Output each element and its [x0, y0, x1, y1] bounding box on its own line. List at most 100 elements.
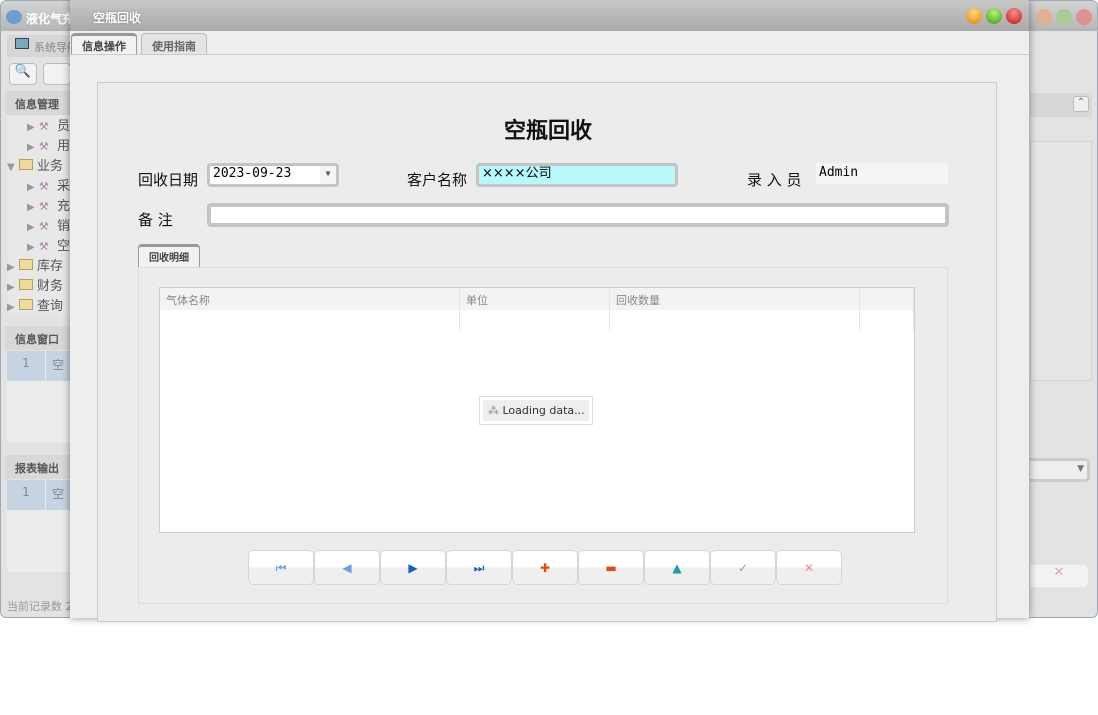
folder-icon: [19, 279, 33, 290]
tree-item-label: 采: [57, 179, 70, 194]
triangle-right-icon[interactable]: ▶: [27, 122, 35, 133]
edit-button[interactable]: ▲: [644, 550, 710, 585]
edit-icon: ▲: [672, 561, 681, 575]
triangle-right-icon[interactable]: ▶: [27, 182, 35, 193]
tools-icon: ⚒: [39, 200, 53, 211]
column-gas-name[interactable]: 气体名称: [160, 288, 460, 330]
form-panel: 空瓶回收 回收日期 2023-09-23 ▼ 客户名称 ××××公司 录 入 员…: [97, 82, 997, 622]
tree-item[interactable]: ▶ ⚒ 采: [27, 175, 70, 194]
date-value: 2023-09-23: [213, 166, 291, 181]
tab-info-operation[interactable]: 信息操作: [71, 33, 137, 55]
nav-tree: ▶ ⚒ 员▶ ⚒ 用▼ 业务▶ ⚒ 采▶ ⚒ 充▶ ⚒ 销▶ ⚒ 空▶ 库存▶ …: [7, 115, 71, 315]
triangle-down-icon[interactable]: ▼: [7, 162, 15, 173]
tree-item[interactable]: ▶ ⚒ 用: [27, 135, 70, 154]
add-button[interactable]: ✚: [512, 550, 578, 585]
column-unit[interactable]: 单位: [460, 288, 610, 330]
cancel-button[interactable]: ✕: [776, 550, 842, 585]
tab-divider: [70, 54, 1029, 55]
operator-value: Admin: [816, 163, 948, 184]
close-icon[interactable]: [1076, 9, 1092, 25]
customer-label: 客户名称: [407, 169, 467, 190]
tree-item-label: 查询: [37, 299, 63, 314]
tree-item[interactable]: ▶ ⚒ 员: [27, 115, 70, 134]
tree-item-label: 销: [57, 219, 70, 234]
triangle-right-icon[interactable]: ▶: [7, 302, 15, 313]
add-icon: ✚: [540, 561, 550, 575]
right-panel-header: ⌃: [1030, 93, 1092, 117]
tools-icon: ⚒: [39, 120, 53, 131]
column-extra: [860, 288, 914, 330]
info-window-grid: 1 空: [7, 351, 71, 443]
spinner-icon: ⁂: [488, 404, 499, 417]
report-grid: 1 空: [7, 480, 71, 572]
last-icon: ⏭: [474, 561, 485, 575]
close-icon[interactable]: [1006, 8, 1022, 24]
tree-item-label: 用: [57, 139, 70, 154]
tree-item[interactable]: ▶ 查询: [7, 295, 63, 314]
customer-input[interactable]: ××××公司: [476, 163, 678, 187]
triangle-right-icon[interactable]: ▶: [27, 242, 35, 253]
loading-text: Loading data...: [503, 404, 585, 417]
triangle-right-icon[interactable]: ▶: [27, 142, 35, 153]
note-input[interactable]: [207, 203, 949, 227]
tree-item[interactable]: ▼ 业务: [7, 155, 63, 174]
tree-item-label: 业务: [37, 159, 63, 174]
tree-item-label: 财务: [37, 279, 63, 294]
minimize-icon[interactable]: [966, 8, 982, 24]
save-icon: ✓: [738, 561, 748, 575]
triangle-right-icon[interactable]: ▶: [27, 202, 35, 213]
tree-item-label: 充: [57, 199, 70, 214]
cancel-icon: ✕: [804, 561, 814, 575]
folder-icon: [19, 259, 33, 270]
save-button[interactable]: ✓: [710, 550, 776, 585]
folder-icon: [19, 299, 33, 310]
tools-icon: ⚒: [39, 140, 53, 151]
triangle-right-icon[interactable]: ▶: [7, 282, 15, 293]
prev-icon: ◀: [342, 561, 351, 575]
column-quantity[interactable]: 回收数量: [610, 288, 860, 330]
section-info-window: 信息窗口: [5, 326, 75, 350]
tab-user-guide[interactable]: 使用指南: [141, 33, 207, 55]
next-icon: ▶: [408, 561, 417, 575]
monitor-icon: [15, 38, 29, 49]
minimize-icon[interactable]: [1036, 9, 1052, 25]
tree-item[interactable]: ▶ ⚒ 空: [27, 235, 70, 254]
chevron-down-icon[interactable]: ▼: [320, 166, 336, 184]
loading-indicator: ⁂ Loading data...: [479, 396, 593, 425]
last-button[interactable]: ⏭: [446, 550, 512, 585]
search-icon[interactable]: 🔍: [9, 63, 37, 85]
right-dropdown[interactable]: ▼: [1030, 458, 1090, 482]
tree-item[interactable]: ▶ 库存: [7, 255, 63, 274]
tree-item[interactable]: ▶ ⚒ 充: [27, 195, 70, 214]
next-button[interactable]: ▶: [380, 550, 446, 585]
tree-item[interactable]: ▶ 财务: [7, 275, 63, 294]
detail-grid: 气体名称 单位 回收数量 ⁂ Loading data...: [159, 287, 915, 533]
maximize-icon[interactable]: [986, 8, 1002, 24]
app-logo-icon: [6, 10, 22, 24]
delete-icon: ▬: [605, 561, 616, 575]
section-report-output: 报表输出: [5, 455, 75, 479]
right-panel-grid: [1030, 141, 1092, 381]
operator-label: 录 入 员: [747, 169, 802, 190]
date-picker[interactable]: 2023-09-23 ▼: [207, 163, 339, 187]
triangle-right-icon[interactable]: ▶: [7, 262, 15, 273]
collapse-icon[interactable]: ⌃: [1073, 96, 1089, 112]
tree-item-label: 库存: [37, 259, 63, 274]
folder-icon: [19, 159, 33, 170]
tools-icon: ⚒: [39, 240, 53, 251]
triangle-right-icon[interactable]: ▶: [27, 222, 35, 233]
note-label: 备 注: [138, 209, 173, 230]
delete-button[interactable]: ▬: [578, 550, 644, 585]
tab-recovery-detail[interactable]: 回收明细: [138, 244, 200, 268]
tree-item-label: 员: [57, 119, 70, 134]
app-title: 液化气充: [26, 10, 74, 27]
first-button[interactable]: ⏮: [248, 550, 314, 585]
list-icon[interactable]: [43, 63, 71, 85]
tools-icon: ⚒: [39, 180, 53, 191]
right-cancel-button[interactable]: ✕: [1030, 565, 1088, 587]
dialog-title: 空瓶回收: [70, 0, 1029, 31]
prev-button[interactable]: ◀: [314, 550, 380, 585]
maximize-icon[interactable]: [1056, 9, 1072, 25]
form-title: 空瓶回收: [98, 113, 998, 145]
tree-item[interactable]: ▶ ⚒ 销: [27, 215, 70, 234]
